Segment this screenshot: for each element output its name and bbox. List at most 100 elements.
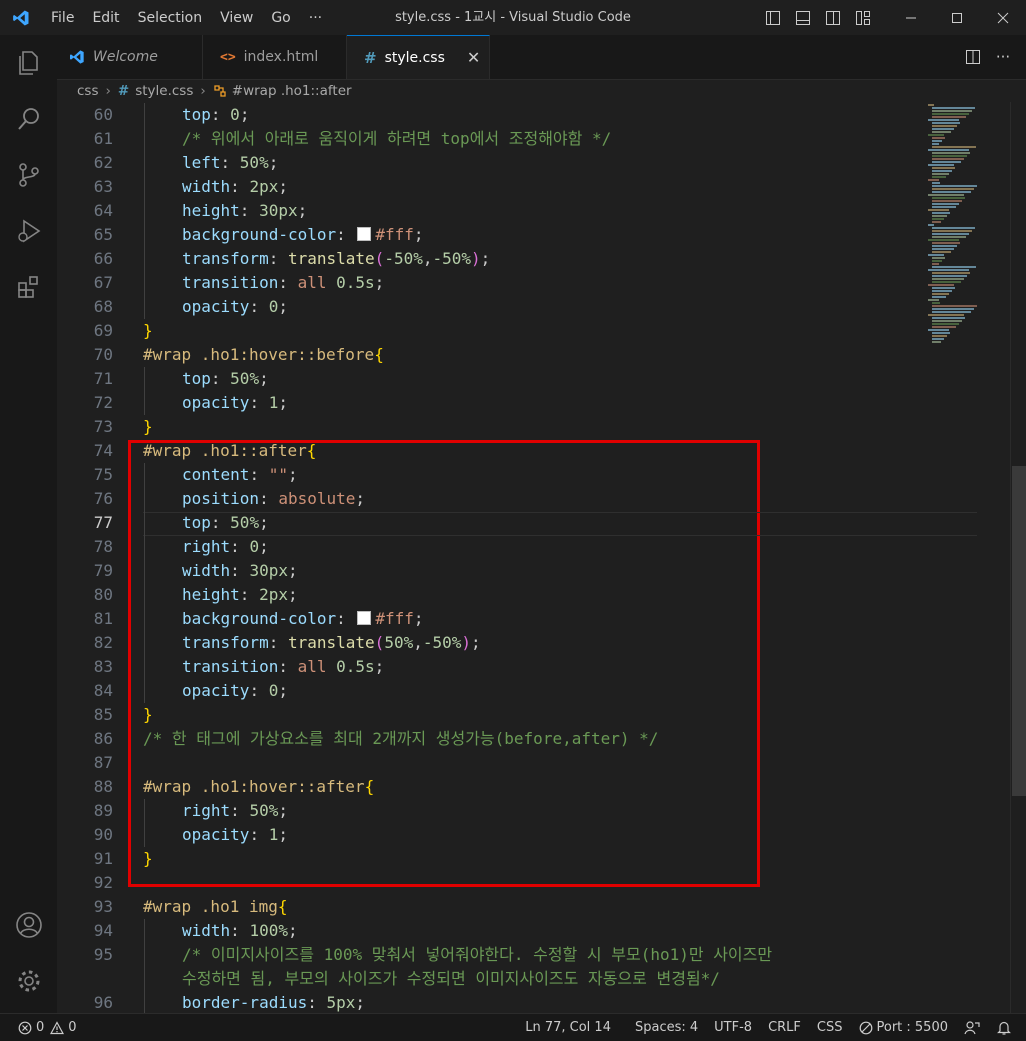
menu-item[interactable]: ···: [300, 10, 331, 26]
code-line[interactable]: 67 transition: all 0.5s;: [57, 271, 977, 295]
code-line[interactable]: 72 opacity: 1;: [57, 391, 977, 415]
code-line[interactable]: 83 transition: all 0.5s;: [57, 655, 977, 679]
vertical-scrollbar[interactable]: [1010, 102, 1026, 1013]
minimap-line: [932, 341, 941, 343]
code-line[interactable]: 88 #wrap .ho1:hover::after{: [57, 775, 977, 799]
line-number: 65: [93, 225, 113, 244]
code-token: background-color: [182, 225, 337, 244]
chevron-right-icon: ›: [105, 83, 111, 99]
source-control-icon[interactable]: [0, 147, 57, 203]
tab-welcome[interactable]: Welcome: [57, 35, 203, 79]
code-line[interactable]: 69}: [57, 319, 977, 343]
code-line[interactable]: 79 width: 30px;: [57, 559, 977, 583]
line-number: 68: [93, 297, 113, 316]
code-line[interactable]: 77 top: 50%;: [57, 511, 977, 535]
code-line[interactable]: 90 opacity: 1;: [57, 823, 977, 847]
code-line[interactable]: 수정하면 됨, 부모의 사이즈가 수정되면 이미지사이즈도 자동으로 변경됨*/: [57, 967, 977, 991]
close-tab-icon[interactable]: ✕: [467, 48, 480, 67]
code-token: top: [182, 105, 211, 124]
explorer-icon[interactable]: [0, 35, 57, 91]
code-token: 1: [268, 393, 279, 412]
code-token: 1: [268, 825, 279, 844]
menu-item[interactable]: Go: [262, 10, 299, 26]
code-line[interactable]: 73}: [57, 415, 977, 439]
search-icon[interactable]: [0, 91, 57, 147]
tab-index-html[interactable]: <> index.html: [203, 35, 347, 79]
code-line[interactable]: 93 #wrap .ho1 img{: [57, 895, 977, 919]
code-line[interactable]: 68 opacity: 0;: [57, 295, 977, 319]
indent-guide: [144, 799, 145, 847]
menu-item[interactable]: Selection: [129, 10, 212, 26]
toggle-panel-icon[interactable]: [792, 0, 814, 35]
line-number: 80: [93, 585, 113, 604]
code-line[interactable]: 65 background-color: #fff;: [57, 223, 977, 247]
color-swatch[interactable]: [357, 611, 372, 625]
live-server-port[interactable]: Port : 5500: [851, 1020, 957, 1035]
code-line[interactable]: 85}: [57, 703, 977, 727]
toggle-secondary-sidebar-icon[interactable]: [822, 0, 844, 35]
split-editor-icon[interactable]: [962, 40, 984, 75]
line-number: 74: [93, 441, 113, 460]
maximize-icon[interactable]: [934, 0, 980, 35]
code-line[interactable]: 60 top: 0;: [57, 103, 977, 127]
code-line[interactable]: 84 opacity: 0;: [57, 679, 977, 703]
code-line[interactable]: 63 width: 2px;: [57, 175, 977, 199]
code-token: ;: [287, 561, 298, 580]
minimap[interactable]: [920, 102, 1008, 362]
close-window-icon[interactable]: [980, 0, 1026, 35]
toggle-primary-sidebar-icon[interactable]: [762, 0, 784, 35]
code-line[interactable]: 74 #wrap .ho1::after{: [57, 439, 977, 463]
code-token: :: [307, 993, 327, 1012]
code-line[interactable]: 94 width: 100%;: [57, 919, 977, 943]
breadcrumb-symbol[interactable]: #wrap .ho1::after: [232, 83, 352, 99]
code-line[interactable]: 89 right: 50%;: [57, 799, 977, 823]
code-line[interactable]: 92: [57, 871, 977, 895]
code-line[interactable]: 78 right: 0;: [57, 535, 977, 559]
indentation-setting[interactable]: Spaces: 4: [627, 1020, 706, 1035]
code-line[interactable]: 76 position: absolute;: [57, 487, 977, 511]
color-swatch[interactable]: [357, 227, 372, 241]
code-line[interactable]: 70 #wrap .ho1:hover::before{: [57, 343, 977, 367]
cursor-position[interactable]: Ln 77, Col 14: [517, 1020, 627, 1035]
code-token: 0: [230, 105, 240, 124]
code-line[interactable]: 61 /* 위에서 아래로 움직이게 하려면 top에서 조정해야함 */: [57, 127, 977, 151]
code-token: 100%: [249, 921, 288, 940]
menu-item[interactable]: Edit: [83, 10, 128, 26]
minimap-line: [928, 149, 969, 151]
problems-indicator[interactable]: 0 0: [18, 1020, 85, 1035]
code-line[interactable]: 75 content: "";: [57, 463, 977, 487]
code-line[interactable]: 91}: [57, 847, 977, 871]
run-debug-icon[interactable]: [0, 203, 57, 259]
code-line[interactable]: 64 height: 30px;: [57, 199, 977, 223]
menu-item[interactable]: View: [211, 10, 262, 26]
code-line[interactable]: 71 top: 50%;: [57, 367, 977, 391]
breadcrumb-folder[interactable]: css: [77, 83, 99, 99]
more-actions-icon[interactable]: ···: [992, 40, 1014, 75]
notifications-bell-icon[interactable]: [988, 1020, 1026, 1036]
code-editor[interactable]: 60 top: 0; 61 /* 위에서 아래로 움직이게 하려면 top에서 조정해…: [57, 102, 1026, 1013]
code-line[interactable]: 62 left: 50%;: [57, 151, 977, 175]
line-number: 62: [93, 153, 113, 172]
code-line[interactable]: 81 background-color: #fff;: [57, 607, 977, 631]
language-mode[interactable]: CSS: [809, 1020, 851, 1035]
feedback-icon[interactable]: [956, 1020, 988, 1036]
settings-gear-icon[interactable]: [0, 953, 57, 1009]
encoding-setting[interactable]: UTF-8: [706, 1020, 760, 1035]
code-line[interactable]: 80 height: 2px;: [57, 583, 977, 607]
minimap-line: [932, 140, 942, 142]
customize-layout-icon[interactable]: [852, 0, 874, 35]
scrollbar-thumb[interactable]: [1012, 466, 1026, 796]
menu-item[interactable]: File: [42, 10, 83, 26]
minimize-icon[interactable]: [888, 0, 934, 35]
code-line[interactable]: 82 transform: translate(50%,-50%);: [57, 631, 977, 655]
code-line[interactable]: 66 transform: translate(-50%,-50%);: [57, 247, 977, 271]
code-line[interactable]: 95 /* 이미지사이즈를 100% 맞춰서 넣어줘야한다. 수정할 시 부모(h…: [57, 943, 977, 967]
eol-setting[interactable]: CRLF: [760, 1020, 809, 1035]
code-line[interactable]: 96 border-radius: 5px;: [57, 991, 977, 1013]
breadcrumb-file[interactable]: style.css: [135, 83, 193, 99]
tab-style-css[interactable]: # style.css ✕: [347, 35, 490, 79]
extensions-icon[interactable]: [0, 259, 57, 315]
accounts-icon[interactable]: [0, 897, 57, 953]
code-line[interactable]: 86 /* 한 태그에 가상요소를 최대 2개까지 생성가능(before,aft…: [57, 727, 977, 751]
code-line[interactable]: 87: [57, 751, 977, 775]
